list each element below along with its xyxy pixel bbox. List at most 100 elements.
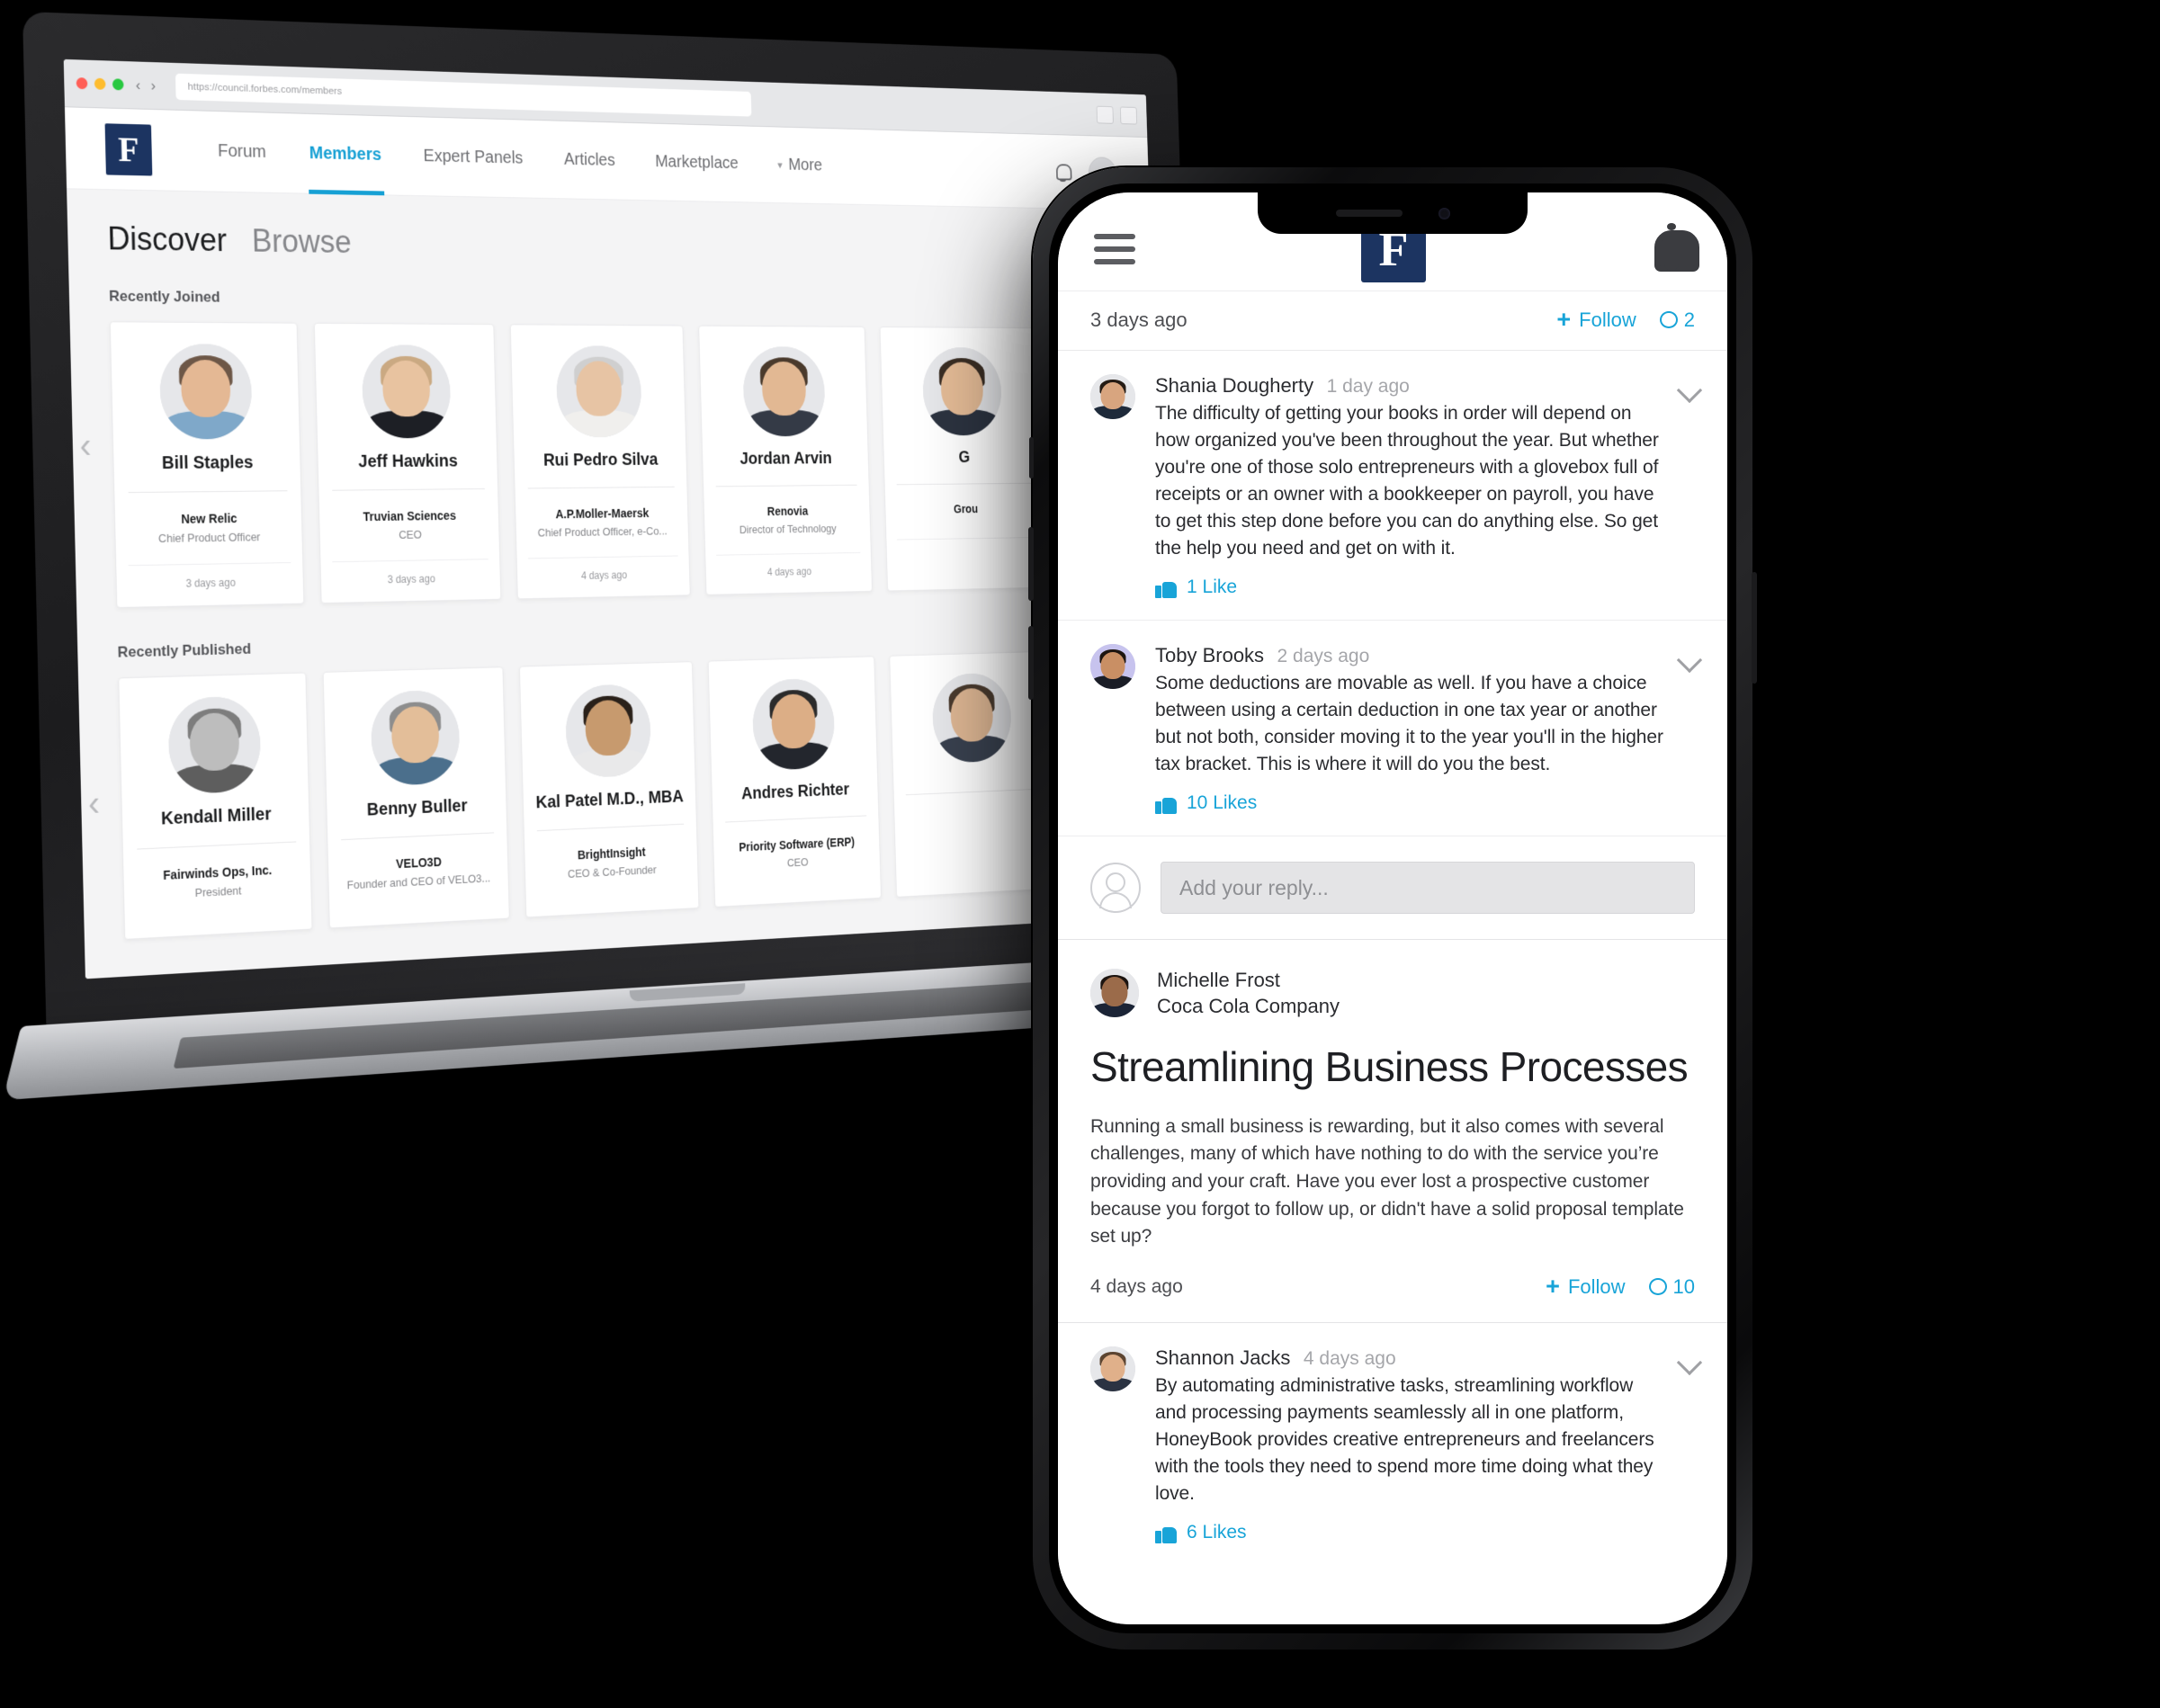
member-card[interactable]: Jordan Arvin Renovia Director of Technol… <box>698 325 873 595</box>
comment-header: Shannon Jacks 4 days ago <box>1155 1346 1664 1370</box>
post-author[interactable]: Michelle Frost Coca Cola Company <box>1090 967 1695 1019</box>
comment-count[interactable]: 2 <box>1659 309 1695 332</box>
forward-icon[interactable]: › <box>150 76 156 94</box>
nav-label: Expert Panels <box>423 146 524 168</box>
post-card[interactable]: Michelle Frost Coca Cola Company Streaml… <box>1058 940 1727 1324</box>
like-button[interactable]: 1 Like <box>1155 577 1664 599</box>
phone-volume-up-button[interactable] <box>1028 527 1034 601</box>
like-button[interactable]: 6 Likes <box>1155 1522 1664 1544</box>
nav-item-members[interactable]: Members <box>287 113 404 196</box>
carousel-prev-icon[interactable]: ‹ <box>88 784 101 825</box>
nav-item-articles[interactable]: Articles <box>542 121 636 201</box>
member-card[interactable]: Rui Pedro Silva A.P.Moller-Maersk Chief … <box>509 324 691 600</box>
tab-browse[interactable]: Browse <box>252 222 353 260</box>
divider <box>341 832 495 841</box>
phone-silent-switch[interactable] <box>1029 437 1034 478</box>
nav-label: Forum <box>217 141 267 162</box>
earpiece-speaker <box>1335 210 1403 217</box>
comment-author[interactable]: Shannon Jacks <box>1155 1346 1290 1369</box>
laptop-lid: ‹ › https://council.forbes.com/members F… <box>22 11 1205 1036</box>
nav-item-expert-panels[interactable]: Expert Panels <box>401 116 544 198</box>
window-traffic-lights[interactable] <box>76 77 124 91</box>
chevron-down-icon[interactable] <box>1679 378 1700 399</box>
member-card[interactable]: Benny Buller VELO3D Founder and CEO of V… <box>322 666 510 929</box>
hamburger-menu-icon[interactable] <box>1094 233 1135 264</box>
member-photo <box>921 347 1003 436</box>
comment-author[interactable]: Shania Dougherty <box>1155 374 1313 397</box>
follow-button[interactable]: + Follow <box>1546 1274 1625 1299</box>
nav-label: Marketplace <box>655 152 739 173</box>
nav-item-more[interactable]: ▾ More <box>757 126 842 204</box>
like-count: 10 Likes <box>1187 792 1258 814</box>
post-body: Running a small business is rewarding, b… <box>1090 1115 1684 1247</box>
comment-item[interactable]: Toby Brooks 2 days ago Some deductions a… <box>1058 621 1727 837</box>
nav-label: More <box>787 156 823 175</box>
carousel-prev-icon[interactable]: ‹ <box>79 426 92 467</box>
divider <box>896 482 1033 486</box>
tabs-icon[interactable] <box>1119 106 1138 125</box>
comment-count[interactable]: 10 <box>1648 1275 1695 1299</box>
member-joined: 4 days ago <box>528 555 679 584</box>
comment-timestamp: 4 days ago <box>1303 1348 1396 1370</box>
phone-power-button[interactable] <box>1752 572 1757 684</box>
bell-icon[interactable] <box>1054 162 1071 182</box>
comment-item[interactable]: Shannon Jacks 4 days ago By automating a… <box>1058 1323 1727 1565</box>
reply-input[interactable]: Add your reply... <box>1161 862 1695 915</box>
follow-label: Follow <box>1567 1274 1626 1298</box>
post-actions: + Follow 10 <box>1546 1274 1695 1299</box>
chevron-down-icon[interactable] <box>1679 1350 1700 1372</box>
avatar <box>1090 1346 1135 1392</box>
like-button[interactable]: 10 Likes <box>1155 792 1664 815</box>
phone-notch <box>1258 192 1528 234</box>
divider <box>128 490 288 494</box>
divider <box>715 484 857 487</box>
post-title[interactable]: Streamlining Business Processes <box>1090 1044 1695 1090</box>
member-name: G <box>958 448 971 467</box>
comment-author[interactable]: Toby Brooks <box>1155 644 1264 666</box>
comment-body: Toby Brooks 2 days ago Some deductions a… <box>1155 644 1695 815</box>
close-window-icon[interactable] <box>76 77 88 90</box>
phone-volume-down-button[interactable] <box>1028 626 1034 700</box>
member-card[interactable]: Bill Staples New Relic Chief Product Off… <box>109 321 305 609</box>
post-footer: 4 days ago + Follow 10 <box>1090 1274 1695 1299</box>
member-photo <box>167 695 262 795</box>
plus-icon: + <box>1556 306 1572 333</box>
phone-screen: F 3 days ago + Follow 2 Shania Dougherty… <box>1058 192 1727 1624</box>
nav-label: Articles <box>563 149 615 170</box>
member-role <box>905 812 1044 818</box>
member-name: Kendall Miller <box>160 804 272 829</box>
phone-device: F 3 days ago + Follow 2 Shania Dougherty… <box>1028 167 1757 1650</box>
tab-discover[interactable]: Discover <box>107 220 227 259</box>
member-card[interactable]: Kendall Miller Fairwinds Ops, Inc. Presi… <box>118 672 313 940</box>
url-input[interactable]: https://council.forbes.com/members <box>175 73 752 117</box>
comment-header: Shania Dougherty 1 day ago <box>1155 374 1664 398</box>
forbes-logo[interactable]: F <box>104 122 153 176</box>
divider <box>137 841 297 850</box>
nav-item-forum[interactable]: Forum <box>195 111 289 193</box>
share-icon[interactable] <box>1096 105 1114 124</box>
member-card[interactable]: Andres Richter Priority Software (ERP) C… <box>707 656 882 908</box>
bell-icon[interactable] <box>1652 222 1699 272</box>
member-card[interactable]: Kal Patel M.D., MBA BrightInsight CEO & … <box>518 661 700 918</box>
minimize-window-icon[interactable] <box>94 77 106 90</box>
mobile-feed[interactable]: 3 days ago + Follow 2 Shania Dougherty 1… <box>1058 291 1727 1624</box>
follow-button[interactable]: + Follow <box>1556 308 1636 332</box>
maximize-window-icon[interactable] <box>112 78 124 91</box>
chevron-down-icon[interactable] <box>1679 648 1700 669</box>
thumbs-up-icon <box>1155 1522 1177 1544</box>
thumbs-up-icon <box>1155 792 1177 815</box>
member-joined: 3 days ago <box>128 562 291 591</box>
comment-item[interactable]: Shania Dougherty 1 day ago The difficult… <box>1058 351 1727 621</box>
member-role: CEO <box>399 527 422 541</box>
member-card[interactable]: Jeff Hawkins Truvian Sciences CEO 3 days… <box>313 322 502 604</box>
member-photo <box>751 677 836 772</box>
back-icon[interactable]: ‹ <box>136 76 141 94</box>
recently-published-carousel: ‹ Kendall Miller Fairwinds Ops, Inc. Pre… <box>88 648 1138 940</box>
member-company: A.P.Moller-Maersk <box>555 505 650 522</box>
browser-nav-arrows[interactable]: ‹ › <box>136 76 157 94</box>
member-name: Andres Richter <box>740 780 850 804</box>
nav-item-marketplace[interactable]: Marketplace <box>634 123 759 203</box>
divider <box>332 488 485 491</box>
comment-timestamp: 1 day ago <box>1326 376 1410 397</box>
member-card[interactable]: G Grou <box>879 326 1048 592</box>
